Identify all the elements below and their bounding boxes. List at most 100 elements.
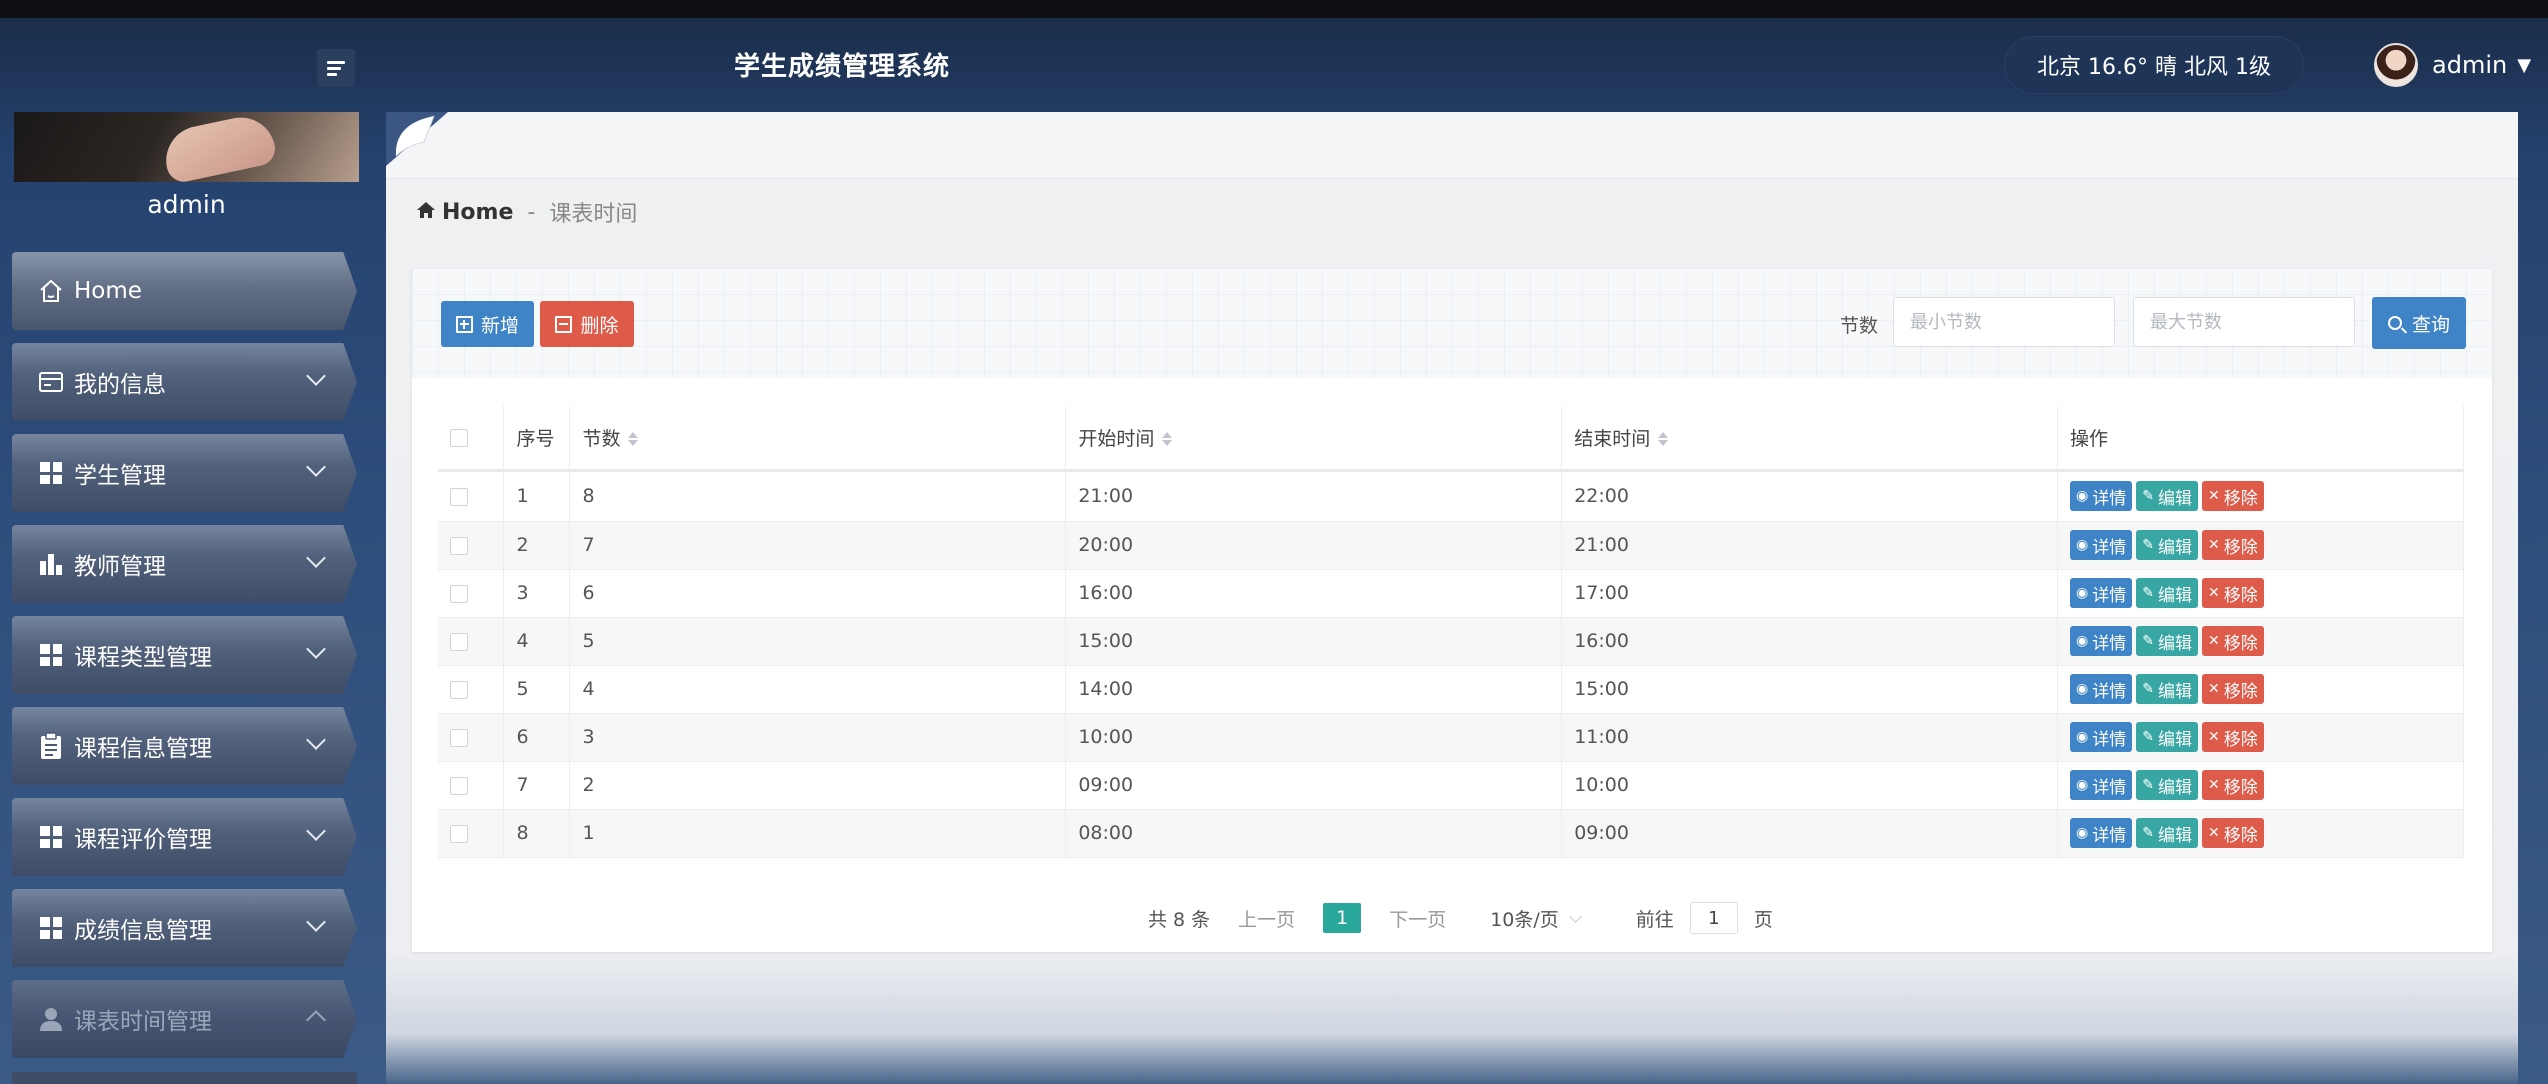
cell-start-time: 08:00 (1065, 809, 1563, 858)
detail-button[interactable]: ◉ 详情 (2070, 626, 2133, 656)
sidebar-item-course-reviews[interactable]: 课程评价管理 (12, 798, 357, 876)
cell-index: 5 (503, 665, 571, 714)
row-checkbox[interactable] (450, 584, 468, 603)
table-row: 5 4 14:00 15:00 ◉ 详情 ✎ 编辑 ✕ 移除 (438, 665, 2464, 714)
cell-end-time: 17:00 (1561, 569, 2059, 618)
sidebar-item-home[interactable]: Home (12, 252, 357, 330)
home-icon (36, 276, 66, 306)
profile-name: admin (147, 190, 226, 219)
cell-actions: ◉ 详情 ✎ 编辑 ✕ 移除 (2057, 809, 2464, 858)
row-checkbox[interactable] (450, 824, 468, 843)
remove-button[interactable]: ✕ 移除 (2202, 481, 2264, 511)
close-icon: ✕ (2208, 777, 2220, 793)
sidebar-item-label: 学生管理 (74, 463, 166, 489)
edit-icon: ✎ (2142, 633, 2154, 649)
column-header-start[interactable]: 开始时间 (1065, 406, 1563, 472)
detail-button[interactable]: ◉ 详情 (2070, 578, 2133, 608)
row-checkbox[interactable] (450, 632, 468, 651)
detail-button[interactable]: ◉ 详情 (2070, 674, 2133, 704)
sidebar-item-teachers[interactable]: 教师管理 (12, 525, 357, 603)
row-checkbox[interactable] (450, 487, 468, 506)
detail-button[interactable]: ◉ 详情 (2070, 481, 2133, 511)
column-header-period[interactable]: 节数 (569, 406, 1067, 472)
chevron-down-icon[interactable] (1568, 909, 1582, 923)
page-fold-decoration (386, 112, 448, 166)
sidebar-item-grades[interactable]: 成绩信息管理 (12, 889, 357, 967)
remove-button[interactable]: ✕ 移除 (2202, 530, 2264, 560)
row-checkbox[interactable] (450, 776, 468, 795)
home-icon (416, 200, 436, 224)
eye-icon: ◉ (2076, 585, 2089, 601)
sidebar-item-course-types[interactable]: 课程类型管理 (12, 616, 357, 694)
edit-button[interactable]: ✎ 编辑 (2136, 674, 2198, 704)
max-period-input[interactable] (2133, 297, 2355, 347)
breadcrumb-home-link[interactable]: Home (442, 200, 513, 225)
remove-button[interactable]: ✕ 移除 (2202, 722, 2264, 752)
cell-period: 1 (569, 809, 1067, 858)
edit-button[interactable]: ✎ 编辑 (2136, 530, 2198, 560)
user-menu[interactable]: admin ▼ (2374, 42, 2531, 88)
sidebar-item-students[interactable]: 学生管理 (12, 434, 357, 512)
edit-icon: ✎ (2142, 585, 2154, 601)
column-header-end[interactable]: 结束时间 (1561, 406, 2059, 472)
row-checkbox[interactable] (450, 728, 468, 747)
cell-end-time: 22:00 (1561, 470, 2059, 522)
remove-button[interactable]: ✕ 移除 (2202, 626, 2264, 656)
page-number-current[interactable]: 1 (1323, 903, 1362, 933)
table-row: 6 3 10:00 11:00 ◉ 详情 ✎ 编辑 ✕ 移除 (438, 713, 2464, 762)
sort-icon[interactable] (628, 432, 639, 447)
min-period-input[interactable] (1893, 297, 2115, 347)
row-checkbox[interactable] (450, 536, 468, 555)
remove-button[interactable]: ✕ 移除 (2202, 674, 2264, 704)
remove-button[interactable]: ✕ 移除 (2202, 818, 2264, 848)
next-page-button[interactable]: 下一页 (1389, 905, 1446, 932)
row-select-cell (438, 713, 505, 762)
grid-icon (36, 640, 66, 670)
sidebar-item-my-info[interactable]: 我的信息 (12, 343, 357, 421)
prev-page-button[interactable]: 上一页 (1238, 905, 1295, 932)
add-button[interactable]: 新增 (441, 301, 534, 347)
close-icon: ✕ (2208, 729, 2220, 745)
edit-button[interactable]: ✎ 编辑 (2136, 481, 2198, 511)
edit-button[interactable]: ✎ 编辑 (2136, 578, 2198, 608)
cell-actions: ◉ 详情 ✎ 编辑 ✕ 移除 (2057, 470, 2464, 522)
row-select-cell (438, 569, 505, 618)
page-size-select[interactable]: 10条/页 (1490, 905, 1559, 932)
sort-icon[interactable] (1162, 432, 1173, 447)
detail-button[interactable]: ◉ 详情 (2070, 722, 2133, 752)
edit-button[interactable]: ✎ 编辑 (2136, 818, 2198, 848)
cell-actions: ◉ 详情 ✎ 编辑 ✕ 移除 (2057, 761, 2464, 810)
cell-actions: ◉ 详情 ✎ 编辑 ✕ 移除 (2057, 665, 2464, 714)
id-card-icon (36, 367, 66, 397)
cell-period: 2 (569, 761, 1067, 810)
detail-button[interactable]: ◉ 详情 (2070, 770, 2133, 800)
edit-button[interactable]: ✎ 编辑 (2136, 770, 2198, 800)
close-icon: ✕ (2208, 633, 2220, 649)
grid-icon (36, 913, 66, 943)
remove-button[interactable]: ✕ 移除 (2202, 578, 2264, 608)
edit-button[interactable]: ✎ 编辑 (2136, 626, 2198, 656)
search-button[interactable]: 查询 (2372, 297, 2466, 349)
delete-button[interactable]: 删除 (540, 301, 634, 347)
detail-button[interactable]: ◉ 详情 (2070, 530, 2133, 560)
cell-period: 7 (569, 521, 1067, 570)
row-select-cell (438, 809, 505, 858)
table-row: 8 1 08:00 09:00 ◉ 详情 ✎ 编辑 ✕ 移除 (438, 809, 2464, 858)
content-header (386, 112, 2518, 178)
sidebar-item-label: 课程信息管理 (74, 736, 212, 762)
detail-button[interactable]: ◉ 详情 (2070, 818, 2133, 848)
cell-end-time: 10:00 (1561, 761, 2059, 810)
row-checkbox[interactable] (450, 680, 468, 699)
select-all-checkbox[interactable] (450, 428, 468, 447)
close-icon: ✕ (2208, 537, 2220, 553)
cell-start-time: 21:00 (1065, 470, 1563, 522)
edit-button[interactable]: ✎ 编辑 (2136, 722, 2198, 752)
sort-icon[interactable] (1658, 432, 1669, 447)
sidebar-item-course-info[interactable]: 课程信息管理 (12, 707, 357, 785)
goto-page-input[interactable] (1689, 902, 1738, 934)
sidebar-item-schedule-time[interactable]: 课表时间管理 (12, 980, 357, 1058)
remove-button[interactable]: ✕ 移除 (2202, 770, 2264, 800)
menu-toggle-button[interactable] (317, 49, 355, 87)
clipboard-icon (36, 731, 66, 761)
edit-icon: ✎ (2142, 537, 2154, 553)
